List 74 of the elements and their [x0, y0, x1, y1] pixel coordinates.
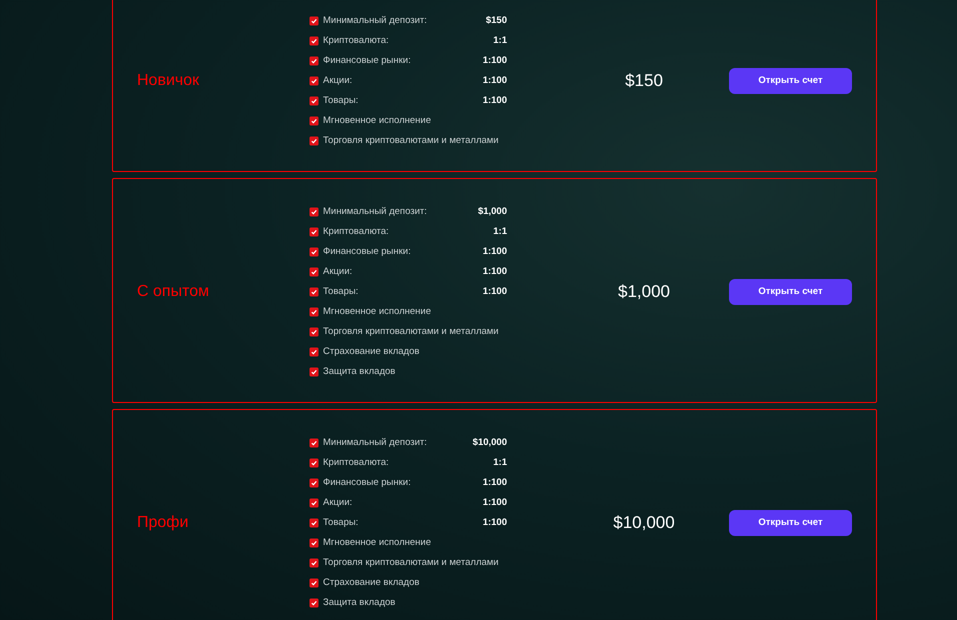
feature-label: Финансовые рынки: — [323, 244, 411, 259]
checkbox-icon — [309, 287, 319, 297]
checkbox-icon — [309, 518, 319, 528]
checkbox-icon — [309, 598, 319, 608]
feature-label: Страхование вкладов — [323, 576, 420, 590]
feature-value: $1,000 — [478, 204, 507, 219]
checkbox-icon — [309, 56, 319, 66]
feature-label: Акции: — [323, 74, 352, 88]
feature-value: 1:100 — [482, 516, 507, 530]
checkbox-icon — [309, 136, 319, 146]
feature-label: Товары: — [323, 94, 358, 108]
feature-value: 1:1 — [493, 224, 507, 239]
feature-label: Товары: — [323, 516, 358, 530]
plan-title: Новичок — [137, 71, 200, 91]
open-account-button[interactable]: Открыть счет — [729, 279, 852, 305]
checkbox-icon — [309, 96, 319, 106]
plan-price: $1,000 — [618, 282, 670, 301]
checkbox-icon — [309, 267, 319, 277]
feature-label: Мгновенное исполнение — [323, 304, 432, 319]
feature-label: Акции: — [323, 496, 352, 510]
feature-label: Товары: — [323, 284, 358, 299]
checkbox-icon — [309, 207, 319, 217]
feature-label: Криптовалюта: — [323, 224, 389, 239]
feature-label: Минимальный депозит: — [323, 436, 427, 450]
feature-label: Торговля криптовалютами и металлами — [323, 134, 499, 148]
open-account-button[interactable]: Открыть счет — [729, 68, 852, 94]
feature-label: Мгновенное исполнение — [323, 114, 432, 128]
feature-value: $10,000 — [472, 436, 507, 450]
feature-label: Минимальный депозит: — [323, 14, 427, 28]
checkbox-icon — [309, 76, 319, 86]
checkbox-icon — [309, 367, 319, 377]
checkbox-icon — [309, 347, 319, 357]
feature-value: 1:100 — [482, 244, 507, 259]
feature-label: Криптовалюта: — [323, 34, 389, 48]
feature-value: $150 — [486, 14, 507, 28]
feature-label: Торговля криптовалютами и металлами — [323, 556, 499, 570]
feature-value: 1:100 — [482, 94, 507, 108]
plan-price: $10,000 — [613, 513, 675, 532]
feature-label: Торговля криптовалютами и металлами — [323, 324, 499, 339]
feature-label: Акции: — [323, 264, 352, 279]
feature-value: 1:100 — [482, 284, 507, 299]
checkbox-icon — [309, 578, 319, 588]
checkbox-icon — [309, 116, 319, 126]
checkbox-icon — [309, 307, 319, 317]
feature-label: Минимальный депозит: — [323, 204, 427, 219]
feature-label: Финансовые рынки: — [323, 476, 411, 490]
feature-label: Защита вкладов — [323, 364, 396, 379]
feature-value: 1:100 — [482, 54, 507, 68]
checkbox-icon — [309, 498, 319, 508]
plan-title: С опытом — [137, 282, 210, 302]
checkbox-icon — [309, 327, 319, 337]
feature-value: 1:100 — [482, 264, 507, 279]
feature-value: 1:1 — [493, 34, 507, 48]
checkbox-icon — [309, 16, 319, 26]
feature-value: 1:1 — [493, 456, 507, 470]
checkbox-icon — [309, 478, 319, 488]
checkbox-icon — [309, 247, 319, 257]
open-account-button[interactable]: Открыть счет — [729, 510, 852, 536]
feature-label: Финансовые рынки: — [323, 54, 411, 68]
checkbox-icon — [309, 438, 319, 448]
feature-value: 1:100 — [482, 496, 507, 510]
feature-value: 1:100 — [482, 476, 507, 490]
plan-price: $150 — [625, 71, 663, 90]
feature-label: Криптовалюта: — [323, 456, 389, 470]
checkbox-icon — [309, 558, 319, 568]
checkbox-icon — [309, 227, 319, 237]
plan-title: Профи — [137, 513, 190, 533]
checkbox-icon — [309, 36, 319, 46]
feature-label: Страхование вкладов — [323, 344, 420, 359]
feature-label: Защита вкладов — [323, 596, 396, 610]
checkbox-icon — [309, 538, 319, 548]
feature-label: Мгновенное исполнение — [323, 536, 432, 550]
checkbox-icon — [309, 458, 319, 468]
feature-value: 1:100 — [482, 74, 507, 88]
